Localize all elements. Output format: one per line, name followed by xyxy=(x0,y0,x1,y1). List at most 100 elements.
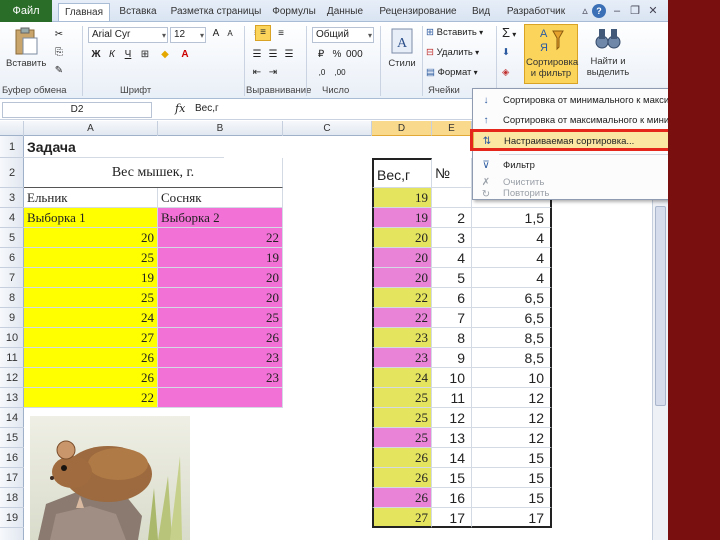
cell-sample-b[interactable]: Выборка 2 xyxy=(158,208,283,228)
format-painter-icon[interactable]: ✎ xyxy=(52,64,66,80)
tab-view[interactable]: Вид xyxy=(466,3,496,21)
font-color-icon[interactable]: A xyxy=(178,48,192,64)
tab-review[interactable]: Рецензирование xyxy=(372,3,464,21)
cell-d-value[interactable]: 20 xyxy=(372,248,432,268)
minimize-ribbon-icon[interactable]: ▵ xyxy=(578,4,592,18)
close-icon[interactable]: ✕ xyxy=(646,4,660,18)
column-header-c[interactable]: C xyxy=(283,121,372,136)
cell-f-value[interactable]: 6,5 xyxy=(472,308,552,328)
cell-e-value[interactable]: 10 xyxy=(432,368,472,388)
cell-e-value[interactable]: 7 xyxy=(432,308,472,328)
cell-f-value[interactable]: 15 xyxy=(472,468,552,488)
help-icon[interactable]: ? xyxy=(592,4,606,18)
align-middle-icon[interactable]: ≡ xyxy=(255,25,271,41)
row-header[interactable]: 16 xyxy=(0,448,24,468)
cell-d-value[interactable]: 25 xyxy=(372,408,432,428)
sort-filter-button[interactable]: А Я Сортировка и фильтр xyxy=(524,24,578,84)
cell-e-value[interactable]: 6 xyxy=(432,288,472,308)
fx-icon[interactable]: fx xyxy=(175,102,185,115)
cell-b-value[interactable]: 20 xyxy=(158,268,283,288)
row-header[interactable]: 4 xyxy=(0,208,24,228)
row-header[interactable]: 2 xyxy=(0,158,24,188)
cell-f-value[interactable]: 4 xyxy=(472,248,552,268)
cell-d-value[interactable]: 19 xyxy=(372,188,432,208)
row-header[interactable]: 19 xyxy=(0,508,24,528)
cell-e-value[interactable]: 5 xyxy=(432,268,472,288)
cell-a-value[interactable]: 20 xyxy=(24,228,158,248)
chevron-down-icon[interactable]: ▾ xyxy=(368,29,372,43)
cell-e-value[interactable]: 9 xyxy=(432,348,472,368)
tab-data[interactable]: Данные xyxy=(322,3,368,21)
cell-e-value[interactable]: 17 xyxy=(432,508,472,528)
styles-button[interactable]: A Стили xyxy=(384,26,420,69)
cell-e-value[interactable]: 13 xyxy=(432,428,472,448)
row-header[interactable]: 3 xyxy=(0,188,24,208)
minimize-icon[interactable]: – xyxy=(610,4,624,18)
tab-home[interactable]: Главная xyxy=(58,3,110,21)
borders-icon[interactable]: ⊞ xyxy=(138,48,152,64)
cell-f-value[interactable]: 1,5 xyxy=(472,208,552,228)
cell-f-value[interactable]: 12 xyxy=(472,408,552,428)
cell-e-value[interactable]: 4 xyxy=(432,248,472,268)
cell-e-value[interactable]: 12 xyxy=(432,408,472,428)
align-left-icon[interactable]: ☰ xyxy=(250,48,264,64)
format-cells-button[interactable]: ▤ Формат ▾ xyxy=(426,66,478,80)
cell-e-header[interactable]: № xyxy=(432,158,472,188)
cell-b-value[interactable]: 23 xyxy=(158,368,283,388)
cell-f-value[interactable]: 12 xyxy=(472,428,552,448)
cell-d-value[interactable]: 25 xyxy=(372,428,432,448)
select-all-corner[interactable] xyxy=(0,121,24,136)
chevron-down-icon[interactable]: ▾ xyxy=(200,29,204,43)
cell-d-value[interactable]: 19 xyxy=(372,208,432,228)
clear-icon[interactable]: ◈ xyxy=(502,66,509,80)
chevron-down-icon[interactable]: ▾ xyxy=(162,29,166,43)
fill-icon[interactable]: ⬇ xyxy=(502,46,510,60)
tab-file[interactable]: Файл xyxy=(0,0,52,22)
cell-d-value[interactable]: 23 xyxy=(372,348,432,368)
row-header[interactable]: 14 xyxy=(0,408,24,428)
delete-cells-button[interactable]: ⊟ Удалить ▾ xyxy=(426,46,479,60)
grow-font-icon[interactable]: A xyxy=(210,27,222,43)
copy-icon[interactable]: ⎘ xyxy=(52,46,66,62)
cell-label-b[interactable]: Сосняк xyxy=(158,188,283,208)
cell-b-value[interactable]: 23 xyxy=(158,348,283,368)
indent-decrease-icon[interactable]: ⇤ xyxy=(250,66,264,82)
row-header[interactable]: 9 xyxy=(0,308,24,328)
align-right-icon[interactable]: ☰ xyxy=(282,48,296,64)
bold-button[interactable]: Ж xyxy=(90,48,102,64)
number-format-combo[interactable]: Общий ▾ xyxy=(312,27,374,43)
column-header-b[interactable]: B xyxy=(158,121,283,136)
tab-formulas[interactable]: Формулы xyxy=(268,3,320,21)
cell-e-value[interactable] xyxy=(432,188,472,208)
cell-a-value[interactable]: 25 xyxy=(24,248,158,268)
cell-d-value[interactable]: 22 xyxy=(372,288,432,308)
cell-a-value[interactable]: 22 xyxy=(24,388,158,408)
cell-title[interactable]: Задача xyxy=(24,136,224,158)
cell-label-a[interactable]: Ельник xyxy=(24,188,158,208)
tab-page-layout[interactable]: Разметка страницы xyxy=(166,3,266,21)
cell-d-value[interactable]: 27 xyxy=(372,508,432,528)
cell-f-value[interactable]: 4 xyxy=(472,268,552,288)
cell-subtitle[interactable]: Вес мышек, г. xyxy=(24,158,283,188)
cell-b-value[interactable]: 25 xyxy=(158,308,283,328)
italic-button[interactable]: К xyxy=(106,48,118,64)
column-header-e[interactable]: E xyxy=(432,121,472,136)
indent-increase-icon[interactable]: ⇥ xyxy=(266,66,280,82)
font-size-combo[interactable]: 12 ▾ xyxy=(170,27,206,43)
cell-a-value[interactable]: 19 xyxy=(24,268,158,288)
cell-d-value[interactable]: 23 xyxy=(372,328,432,348)
cell-f-value[interactable]: 10 xyxy=(472,368,552,388)
menu-sort-descending[interactable]: ↑ Сортировка от максимального к минимальн… xyxy=(473,111,669,131)
restore-icon[interactable]: ❐ xyxy=(628,4,642,18)
paste-button[interactable]: Вставить xyxy=(6,26,46,69)
row-header[interactable]: 5 xyxy=(0,228,24,248)
cell-d-value[interactable]: 25 xyxy=(372,388,432,408)
cell-sample-a[interactable]: Выборка 1 xyxy=(24,208,158,228)
row-header[interactable]: 12 xyxy=(0,368,24,388)
row-header[interactable]: 15 xyxy=(0,428,24,448)
cell-d-value[interactable]: 24 xyxy=(372,368,432,388)
cell-b-value[interactable]: 19 xyxy=(158,248,283,268)
cell-a-value[interactable]: 26 xyxy=(24,368,158,388)
row-header[interactable]: 10 xyxy=(0,328,24,348)
cell-b-value[interactable]: 26 xyxy=(158,328,283,348)
